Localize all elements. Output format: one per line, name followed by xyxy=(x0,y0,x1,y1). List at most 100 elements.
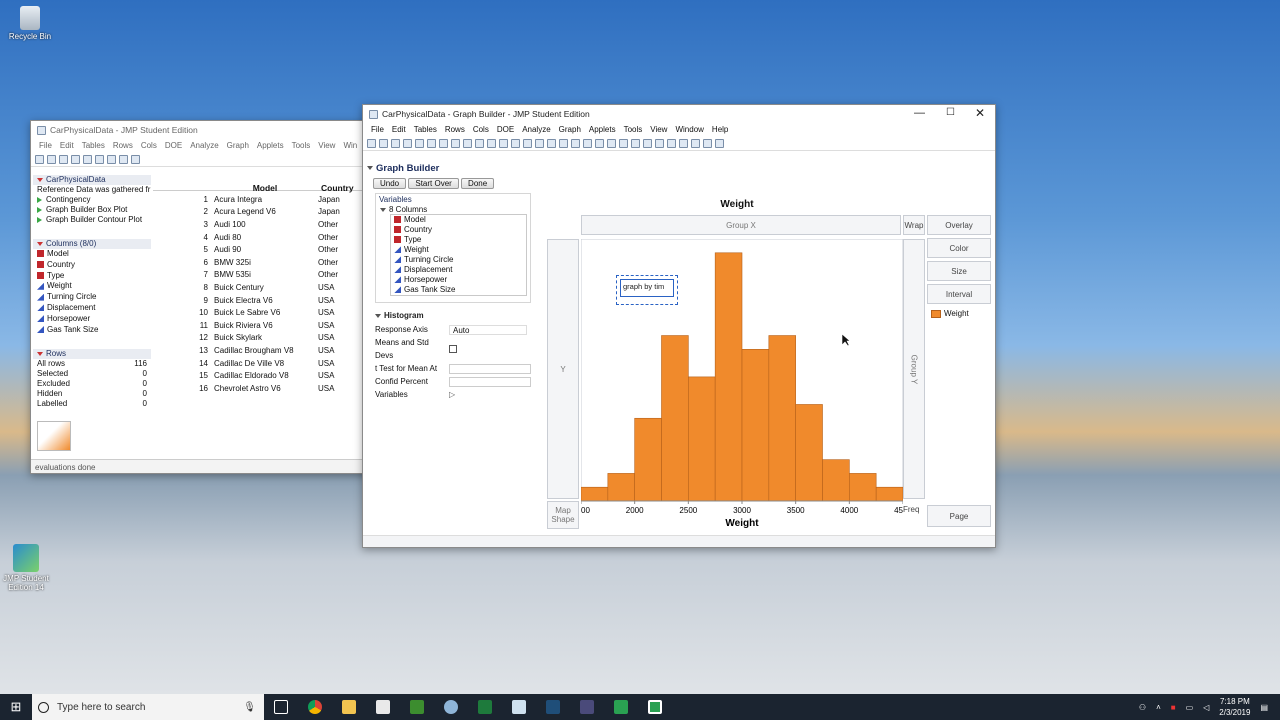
disclosure-icon[interactable] xyxy=(37,351,43,356)
y-zone[interactable]: Y xyxy=(547,239,579,499)
cell-country[interactable]: USA xyxy=(315,357,343,370)
page-zone[interactable]: Page xyxy=(927,505,991,527)
start-button[interactable]: ⊞ xyxy=(0,694,32,720)
menu-graph[interactable]: Graph xyxy=(223,141,253,150)
cell-model[interactable]: Buick Century xyxy=(211,281,315,294)
color-zone[interactable]: Color xyxy=(927,238,991,258)
menu-applets[interactable]: Applets xyxy=(585,125,620,134)
search-box[interactable]: Type here to search 🎙 xyxy=(32,694,264,720)
cell-model[interactable]: Buick Skylark xyxy=(211,332,315,345)
antivirus-icon[interactable]: ■ xyxy=(1171,703,1176,712)
toolbar-icon[interactable] xyxy=(595,138,604,148)
column-item[interactable]: Model xyxy=(37,249,151,260)
cell-model[interactable]: BMW 325i xyxy=(211,256,315,269)
column-item[interactable]: Weight xyxy=(37,281,151,292)
toolbar-icon[interactable] xyxy=(523,138,532,148)
menu-file[interactable]: File xyxy=(35,141,56,150)
histogram-bar[interactable] xyxy=(822,459,850,502)
cell-country[interactable]: Other xyxy=(315,218,343,231)
cell-model[interactable]: Acura Legend V6 xyxy=(211,206,315,219)
toolbar-icon[interactable] xyxy=(439,138,448,148)
cell-country[interactable]: USA xyxy=(315,281,343,294)
menu-edit[interactable]: Edit xyxy=(56,141,78,150)
table-script[interactable]: Graph Builder Contour Plot xyxy=(37,215,151,225)
cell-model[interactable]: Cadillac Brougham V8 xyxy=(211,344,315,357)
menu-rows[interactable]: Rows xyxy=(441,125,469,134)
column-item[interactable]: Displacement xyxy=(394,265,526,275)
column-item[interactable]: Horsepower xyxy=(37,314,151,325)
column-item[interactable]: Turning Circle xyxy=(37,292,151,303)
column-item[interactable]: Turning Circle xyxy=(394,255,526,265)
toolbar-icon[interactable] xyxy=(35,154,44,164)
table-row[interactable]: 12 Buick Skylark USA xyxy=(153,332,343,345)
jmp-taskbar-icon[interactable] xyxy=(614,700,628,714)
toolbar-icon[interactable] xyxy=(583,138,592,148)
cell-model[interactable]: Cadillac De Ville V8 xyxy=(211,357,315,370)
cell-model[interactable]: BMW 535i xyxy=(211,269,315,282)
cell-model[interactable]: Audi 90 xyxy=(211,243,315,256)
cell-country[interactable]: Other xyxy=(315,243,343,256)
menu-win[interactable]: Win xyxy=(339,141,361,150)
table-row[interactable]: 11 Buick Riviera V6 USA xyxy=(153,319,343,332)
cell-model[interactable]: Audi 100 xyxy=(211,218,315,231)
histogram-bar[interactable] xyxy=(849,473,877,502)
toolbar-icon[interactable] xyxy=(95,154,104,164)
table-row[interactable]: 14 Cadillac De Ville V8 USA xyxy=(153,357,343,370)
map-shape-zone[interactable]: Map Shape xyxy=(547,501,579,529)
run-script-icon[interactable] xyxy=(37,216,42,223)
cell-country[interactable]: USA xyxy=(315,306,343,319)
table-script[interactable]: Graph Builder Box Plot xyxy=(37,205,151,215)
table-row[interactable]: 16 Chevrolet Astro V6 USA xyxy=(153,382,343,395)
table-row[interactable]: 4 Audi 80 Other xyxy=(153,231,343,244)
cell-country[interactable]: USA xyxy=(315,369,343,382)
menu-tables[interactable]: Tables xyxy=(78,141,109,150)
toolbar-icon[interactable] xyxy=(655,138,664,148)
run-script-icon[interactable] xyxy=(37,196,42,203)
toolbar-icon[interactable] xyxy=(427,138,436,148)
notifications-icon[interactable]: ▤ xyxy=(1260,703,1268,712)
annotation-box[interactable]: graph by tim xyxy=(616,275,678,305)
column-item[interactable]: Gas Tank Size xyxy=(37,325,151,336)
person-icon[interactable]: ⚇ xyxy=(1139,703,1146,712)
word-icon[interactable] xyxy=(512,700,526,714)
cell-model[interactable]: Buick Riviera V6 xyxy=(211,319,315,332)
cell-model[interactable]: Buick Electra V6 xyxy=(211,294,315,307)
cell-country[interactable]: USA xyxy=(315,382,343,395)
menu-graph[interactable]: Graph xyxy=(555,125,585,134)
toolbar-icon[interactable] xyxy=(691,138,700,148)
toolbar-icon[interactable] xyxy=(47,154,56,164)
cell-country[interactable]: Japan xyxy=(315,193,343,206)
table-row[interactable]: 6 BMW 325i Other xyxy=(153,256,343,269)
toolbar-icon[interactable] xyxy=(511,138,520,148)
table-row[interactable]: 2 Acura Legend V6 Japan xyxy=(153,206,343,219)
histogram-bar[interactable] xyxy=(795,404,823,502)
menu-analyze[interactable]: Analyze xyxy=(518,125,554,134)
histogram-bar[interactable] xyxy=(768,335,796,502)
means-checkbox[interactable] xyxy=(449,345,457,353)
table-row[interactable]: 10 Buick Le Sabre V6 USA xyxy=(153,306,343,319)
response-axis-select[interactable]: Auto xyxy=(449,324,527,335)
toolbar-icon[interactable] xyxy=(83,154,92,164)
menu-file[interactable]: File xyxy=(367,125,388,134)
group-x-zone[interactable]: Group X xyxy=(581,215,901,235)
size-zone[interactable]: Size xyxy=(927,261,991,281)
toolbar-icon[interactable] xyxy=(59,154,68,164)
histogram-bar[interactable] xyxy=(581,486,609,502)
network-icon[interactable]: ▭ xyxy=(1186,703,1194,712)
table-row[interactable]: 1 Acura Integra Japan xyxy=(153,193,343,206)
minimize-icon[interactable]: — xyxy=(914,107,925,119)
toolbar-icon[interactable] xyxy=(535,138,544,148)
cell-model[interactable]: Cadillac Eldorado V8 xyxy=(211,369,315,382)
im-icon[interactable] xyxy=(580,700,594,714)
toolbar-icon[interactable] xyxy=(679,138,688,148)
recycle-bin-icon[interactable]: Recycle Bin xyxy=(0,6,60,41)
histogram-bar[interactable] xyxy=(875,486,903,502)
column-item[interactable]: Type xyxy=(37,271,151,282)
toolbar-icon[interactable] xyxy=(643,138,652,148)
column-item[interactable]: Country xyxy=(37,260,151,271)
table-row[interactable]: 15 Cadillac Eldorado V8 USA xyxy=(153,369,343,382)
cell-country[interactable]: USA xyxy=(315,332,343,345)
gb-titlebar[interactable]: CarPhysicalData - Graph Builder - JMP St… xyxy=(363,105,995,123)
microphone-icon[interactable]: 🎙 xyxy=(243,702,256,713)
vscode-icon[interactable] xyxy=(546,700,560,714)
